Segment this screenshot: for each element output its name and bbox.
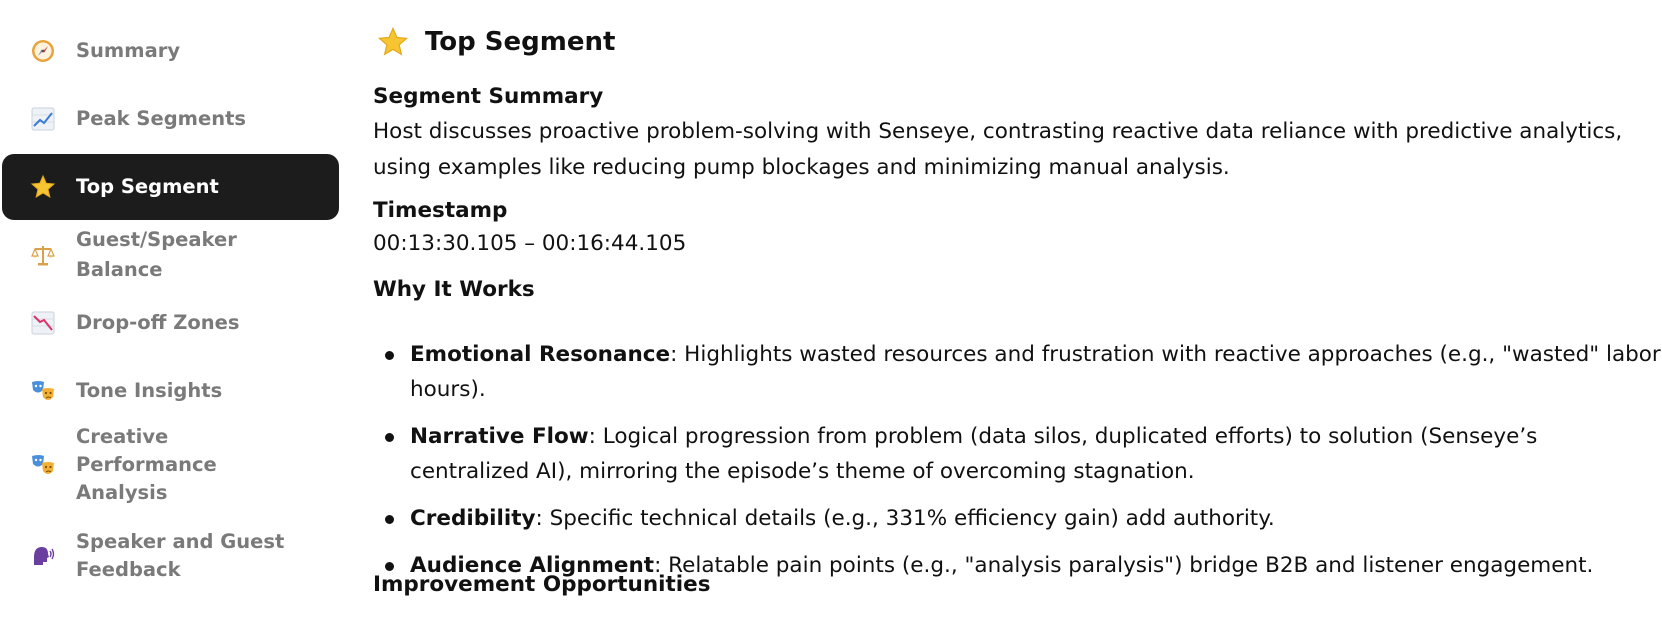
improvement-opportunities-heading: Improvement Opportunities: [373, 572, 711, 597]
sidebar-item-drop-off-zones[interactable]: Drop-off Zones: [2, 290, 339, 356]
performing-arts-icon: [30, 452, 56, 478]
bullet-dot: [385, 515, 394, 524]
bullet-dot: [385, 351, 394, 360]
segment-summary-text: Host discusses proactive problem-solving…: [373, 119, 1623, 180]
bullet-term: Narrative Flow: [410, 424, 589, 449]
chart-decreasing-icon: [30, 310, 56, 336]
list-item: Credibility: Specific technical details …: [373, 501, 1662, 536]
main-content: Top Segment Segment Summary Host discuss…: [373, 0, 1661, 628]
timestamp-value: 00:13:30.105 – 00:16:44.105: [373, 231, 687, 256]
bullet-term: Emotional Resonance: [410, 342, 671, 367]
star-icon: [377, 26, 409, 56]
sidebar-item-label: Speaker and Guest Feedback: [76, 530, 285, 581]
sidebar-item-label: Summary: [76, 39, 181, 62]
page-title: Top Segment: [425, 27, 616, 57]
speaking-head-icon: [30, 543, 56, 569]
bullet-dot: [385, 562, 394, 571]
sidebar-item-label: Tone Insights: [76, 379, 223, 402]
sidebar-item-label: Guest/Speaker Balance: [76, 228, 237, 281]
why-it-works-heading: Why It Works: [373, 277, 535, 302]
bullet-text: : Specific technical details (e.g., 331%…: [535, 506, 1275, 531]
chart-increasing-icon: [30, 106, 56, 132]
sidebar-item-label: Peak Segments: [76, 107, 247, 130]
page-header: Top Segment: [373, 24, 615, 60]
app-window: Summary Peak Segments Top Segment Guest/…: [0, 0, 1662, 628]
sidebar-item-tone-insights[interactable]: Tone Insights: [2, 358, 339, 424]
sidebar-item-speaker-guest-feedback[interactable]: Speaker and Guest Feedback: [2, 523, 339, 589]
bullet-term: Credibility: [410, 506, 536, 531]
sidebar-item-label: Creative Performance Analysis: [76, 425, 217, 504]
performing-arts-icon: [30, 378, 56, 404]
list-item: Emotional Resonance: Highlights wasted r…: [373, 337, 1662, 407]
compass-icon: [30, 38, 56, 64]
bullet-text: : Relatable pain points (e.g., "analysis…: [654, 553, 1594, 578]
sidebar-item-creative-performance-analysis[interactable]: Creative Performance Analysis: [2, 425, 339, 504]
star-icon: [30, 174, 56, 200]
why-it-works-list: Emotional Resonance: Highlights wasted r…: [373, 337, 1662, 595]
sidebar-item-top-segment[interactable]: Top Segment: [2, 154, 339, 220]
sidebar-item-peak-segments[interactable]: Peak Segments: [2, 86, 339, 152]
sidebar-item-guest-speaker-balance[interactable]: Guest/Speaker Balance: [2, 222, 339, 288]
bullet-dot: [385, 433, 394, 442]
segment-summary-heading: Segment Summary: [373, 84, 604, 109]
sidebar: Summary Peak Segments Top Segment Guest/…: [0, 0, 345, 628]
sidebar-item-label: Drop-off Zones: [76, 311, 240, 334]
balance-scale-icon: [30, 242, 56, 268]
list-item: Narrative Flow: Logical progression from…: [373, 419, 1662, 489]
sidebar-item-summary[interactable]: Summary: [2, 18, 339, 84]
timestamp-heading: Timestamp: [373, 198, 508, 223]
sidebar-item-label: Top Segment: [76, 175, 219, 198]
